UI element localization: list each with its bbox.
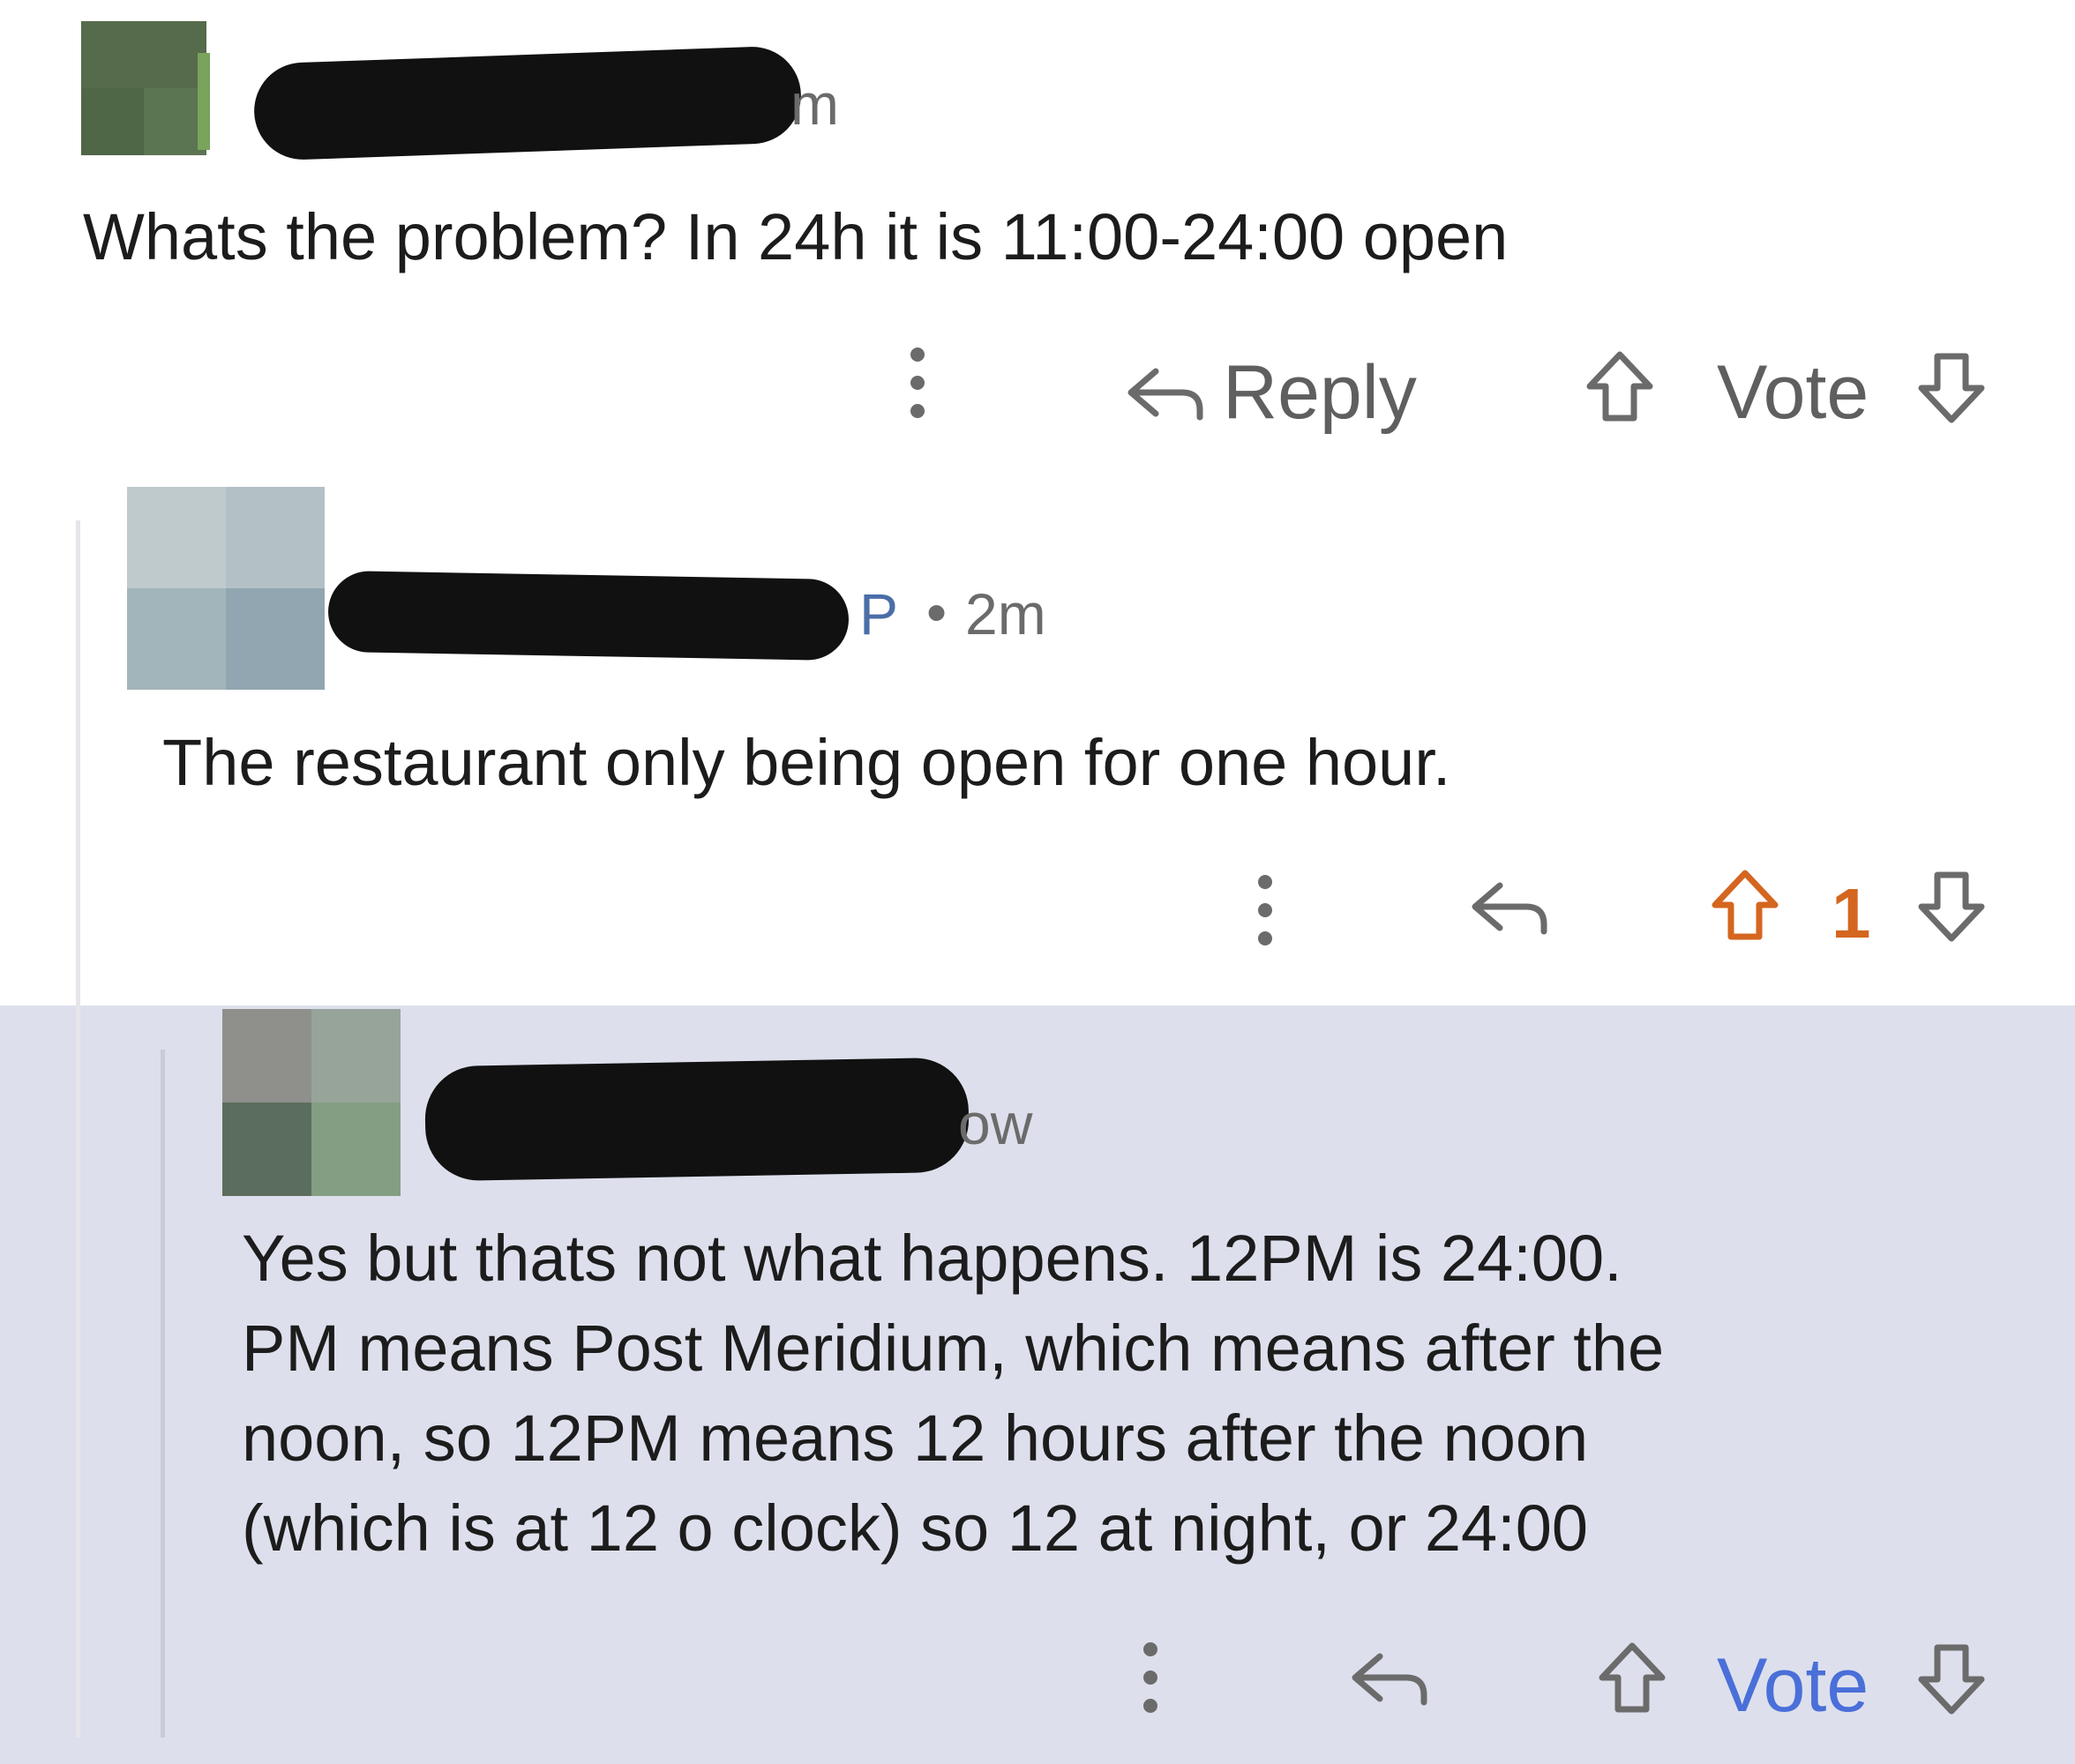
- reply-arrow-icon: [1352, 1653, 1427, 1706]
- more-options-button[interactable]: [1133, 1633, 1168, 1722]
- reply-label: Reply: [1223, 350, 1417, 435]
- downvote-arrow-icon: [1918, 871, 1985, 942]
- upvote-button[interactable]: [1708, 866, 1782, 946]
- downvote-button[interactable]: [1914, 1639, 1989, 1718]
- comment-body-line: PM means Post Meridium, which means afte…: [242, 1312, 1665, 1385]
- reply-button[interactable]: [1345, 1648, 1433, 1709]
- avatar-edge: [198, 53, 210, 150]
- downvote-button[interactable]: [1914, 348, 1989, 427]
- more-options-button[interactable]: [1247, 866, 1283, 954]
- avatar[interactable]: [127, 487, 325, 690]
- downvote-arrow-icon: [1918, 353, 1985, 423]
- reply-arrow-icon: [1127, 368, 1203, 420]
- more-vertical-icon: [910, 348, 925, 418]
- more-vertical-icon: [1258, 875, 1272, 946]
- vote-label: Vote: [1717, 1643, 1869, 1728]
- op-badge: P: [859, 581, 899, 647]
- downvote-button[interactable]: [1914, 866, 1989, 946]
- reply-button[interactable]: Reply: [1120, 349, 1417, 437]
- meta-separator: •: [926, 579, 948, 645]
- downvote-arrow-icon: [1918, 1644, 1985, 1715]
- redacted-username: [327, 570, 850, 662]
- upvote-button[interactable]: [1595, 1639, 1669, 1718]
- reply-arrow-icon: [1472, 882, 1547, 935]
- comment-body-line: (which is at 12 o clock) so 12 at night,…: [242, 1491, 1589, 1565]
- upvote-arrow-icon: [1599, 1642, 1666, 1713]
- avatar[interactable]: [81, 21, 206, 155]
- vote-label: Vote: [1717, 350, 1869, 435]
- comment-body-line: Yes but thats not what happens. 12PM is …: [242, 1222, 1622, 1295]
- upvote-arrow-icon: [1586, 351, 1653, 422]
- vote-count: 1: [1832, 874, 1871, 953]
- thread-line-level-2[interactable]: [161, 1050, 165, 1738]
- comment-timestamp: m: [790, 71, 839, 137]
- upvote-button[interactable]: [1583, 348, 1657, 427]
- avatar[interactable]: [222, 1009, 401, 1196]
- redacted-username: [252, 45, 803, 161]
- comment-body: The restaurant only being open for one h…: [162, 726, 1451, 799]
- upvote-arrow-icon: [1712, 870, 1779, 940]
- comment-body: Whats the problem? In 24h it is 11:00-24…: [83, 200, 1509, 273]
- thread-line-level-1[interactable]: [76, 520, 80, 1738]
- comment-body-line: noon, so 12PM means 12 hours after the n…: [242, 1401, 1589, 1475]
- redacted-username: [423, 1057, 970, 1182]
- more-options-button[interactable]: [900, 339, 935, 427]
- comment-timestamp: ow: [958, 1091, 1033, 1156]
- reply-button[interactable]: [1464, 877, 1553, 938]
- more-vertical-icon: [1143, 1642, 1157, 1713]
- comment-timestamp: 2m: [965, 581, 1046, 647]
